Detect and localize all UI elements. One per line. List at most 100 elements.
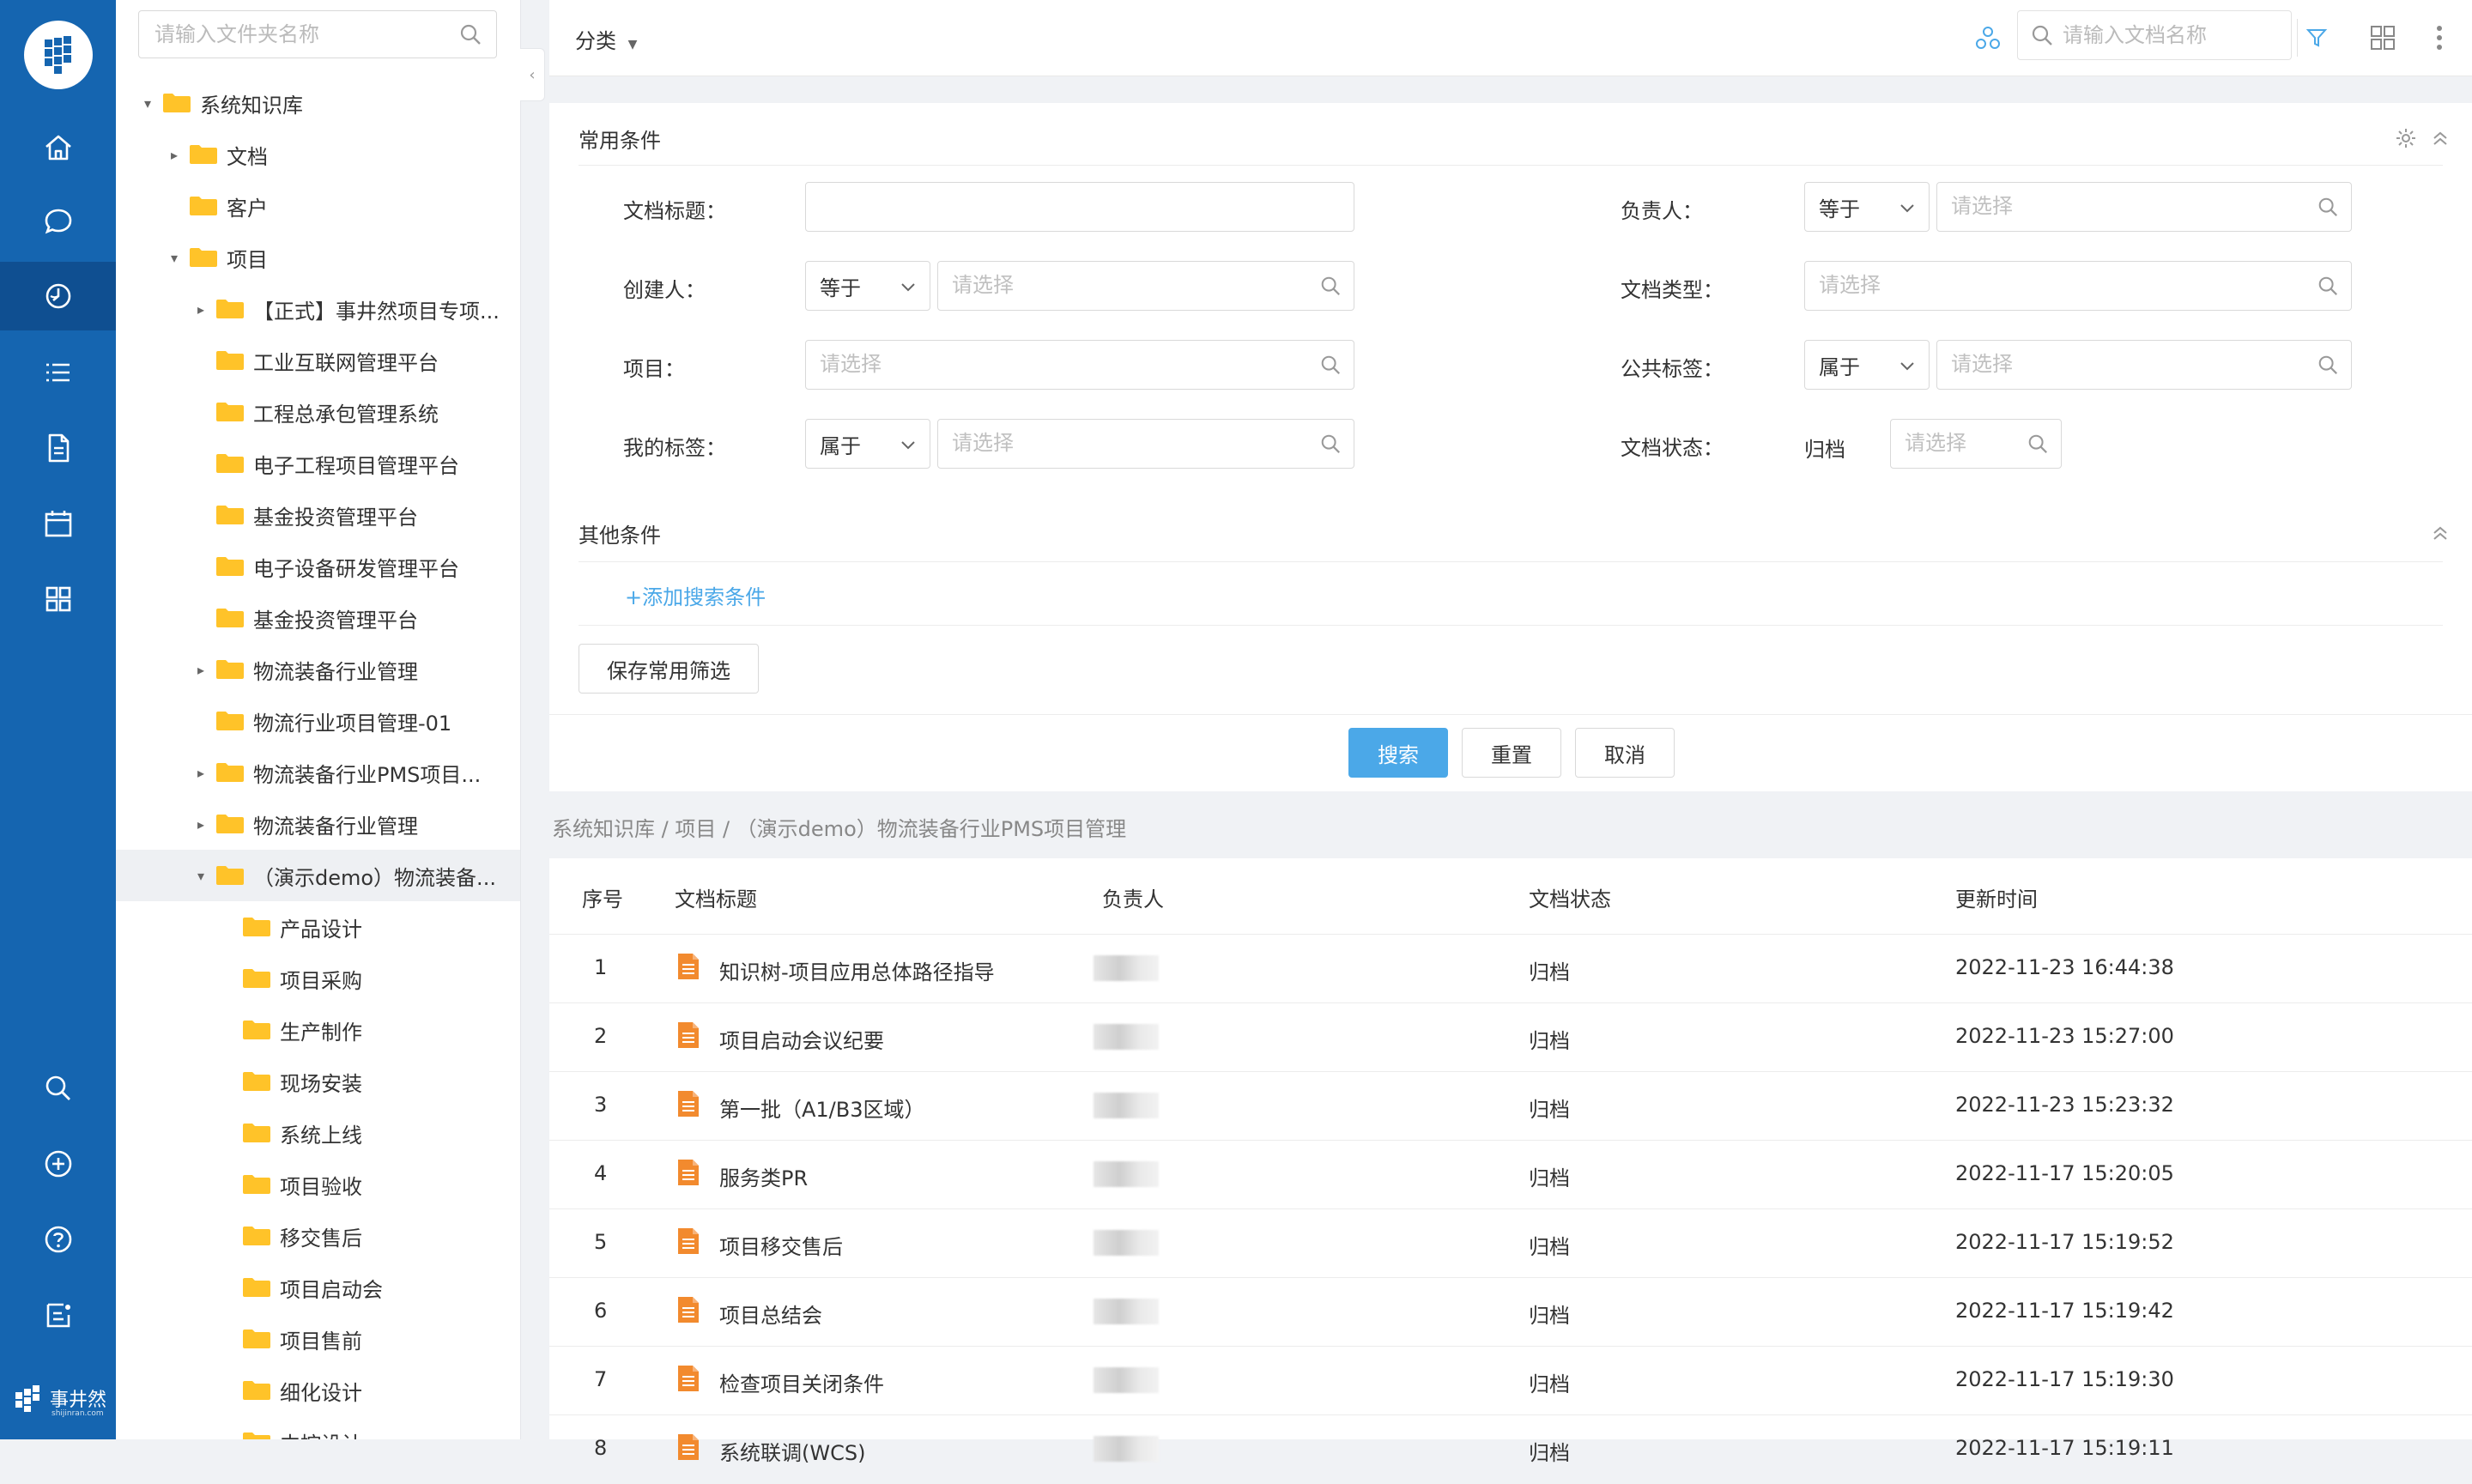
save-filter-button[interactable]: 保存常用筛选 [579,644,759,694]
tree-node[interactable]: 系统上线 [116,1107,520,1159]
tree-node[interactable]: ▾ （演示demo）物流装备... [116,850,520,901]
table-row[interactable]: 7 检查项目关闭条件 归档 2022-11-17 15:19:30 [549,1346,2472,1415]
category-dropdown[interactable]: 分类 ▼ [575,24,637,54]
rail-feedback[interactable] [0,1281,116,1349]
folder-search-input[interactable] [139,11,453,58]
row-title[interactable]: 服务类PR [719,1161,808,1191]
tree-node[interactable]: 客户 [116,180,520,232]
advanced-filter-button[interactable] [2297,19,2336,57]
search-button[interactable]: 搜索 [1348,728,1448,778]
doc-title-input[interactable] [806,183,1330,229]
doc-type-input[interactable] [1805,262,2327,308]
search-icon[interactable] [2027,433,2049,455]
tree-node[interactable]: 项目采购 [116,953,520,1004]
creator-input[interactable] [938,262,1330,308]
tree-node[interactable]: ▾ 系统知识库 [116,77,520,129]
reset-button[interactable]: 重置 [1462,728,1561,778]
search-icon[interactable] [1319,354,1342,376]
tree-node[interactable]: 物流行业项目管理-01 [116,695,520,747]
tree-node[interactable]: 产品设计 [116,901,520,953]
tree-node[interactable]: ▸ 【正式】事井然项目专项... [116,283,520,335]
col-owner-header[interactable]: 负责人 [1102,882,1164,912]
rail-list[interactable] [0,338,116,407]
search-icon[interactable] [2317,196,2339,218]
col-status-header[interactable]: 文档状态 [1529,882,1611,912]
doc-search-input[interactable] [2061,11,2279,59]
tree-node[interactable]: 细化设计 [116,1365,520,1416]
project-input[interactable] [806,341,1330,387]
caret-down-icon[interactable]: ▾ [167,250,182,266]
tree-node[interactable]: 电子工程项目管理平台 [116,438,520,489]
search-icon[interactable] [1319,275,1342,297]
more-menu-button[interactable] [2424,17,2455,58]
tree-node[interactable]: 电子设备研发管理平台 [116,541,520,592]
rail-calendar[interactable] [0,489,116,558]
tree-node[interactable]: 基金投资管理平台 [116,489,520,541]
tree-node[interactable]: 项目验收 [116,1159,520,1210]
row-title[interactable]: 项目移交售后 [719,1230,843,1260]
layout-switch-button[interactable] [2362,17,2403,58]
table-row[interactable]: 5 项目移交售后 归档 2022-11-17 15:19:52 [549,1208,2472,1278]
caret-right-icon[interactable]: ▸ [193,765,209,781]
rail-document[interactable] [0,414,116,482]
table-row[interactable]: 3 第一批（A1/B3区域） 归档 2022-11-23 15:23:32 [549,1071,2472,1141]
org-filter-button[interactable] [1971,21,2005,55]
cancel-button[interactable]: 取消 [1575,728,1675,778]
owner-operator-select[interactable]: 等于 [1804,182,1930,232]
tree-node[interactable]: 基金投资管理平台 [116,592,520,644]
row-title[interactable]: 检查项目关闭条件 [719,1367,884,1397]
caret-down-icon[interactable]: ▾ [140,95,155,112]
table-row[interactable]: 1 知识树-项目应用总体路径指导 归档 2022-11-23 16:44:38 [549,934,2472,1003]
caret-down-icon[interactable]: ▾ [193,868,209,884]
col-title-header[interactable]: 文档标题 [675,882,757,912]
row-title[interactable]: 项目总结会 [719,1299,822,1329]
row-title[interactable]: 系统联调(WCS) [719,1436,865,1466]
tree-node[interactable]: 项目售前 [116,1313,520,1365]
table-row[interactable]: 4 服务类PR 归档 2022-11-17 15:20:05 [549,1140,2472,1209]
my-tag-operator-select[interactable]: 属于 [805,419,930,469]
tree-node[interactable]: 移交售后 [116,1210,520,1262]
search-icon[interactable] [2317,354,2339,376]
tree-node[interactable]: ▸ 物流装备行业管理 [116,798,520,850]
table-row[interactable]: 2 项目启动会议纪要 归档 2022-11-23 15:27:00 [549,1002,2472,1072]
doc-status-input[interactable] [1891,420,2037,466]
rail-search[interactable] [0,1054,116,1123]
table-row[interactable]: 8 系统联调(WCS) 归档 2022-11-17 15:19:11 [549,1414,2472,1484]
collapse-tree-button[interactable]: ‹ [520,48,545,101]
collapse-common-button[interactable] [2427,125,2453,151]
rail-add[interactable] [0,1130,116,1198]
my-tag-input[interactable] [938,420,1330,466]
tree-node[interactable]: ▾ 项目 [116,232,520,283]
row-title[interactable]: 第一批（A1/B3区域） [719,1093,925,1123]
rail-knowledge[interactable] [0,262,116,330]
row-title[interactable]: 知识树-项目应用总体路径指导 [719,955,995,985]
search-icon[interactable] [1319,433,1342,455]
table-row[interactable]: 6 项目总结会 归档 2022-11-17 15:19:42 [549,1277,2472,1347]
tree-node[interactable]: ▸ 文档 [116,129,520,180]
add-condition-link[interactable]: +添加搜索条件 [625,580,766,610]
caret-right-icon[interactable]: ▸ [193,662,209,678]
row-title[interactable]: 项目启动会议纪要 [719,1024,884,1054]
caret-right-icon[interactable]: ▸ [167,147,182,163]
tree-node[interactable]: 现场安装 [116,1056,520,1107]
public-tag-input[interactable] [1937,341,2327,387]
tree-node[interactable]: 工程总承包管理系统 [116,386,520,438]
collapse-other-button[interactable] [2427,520,2453,546]
creator-operator-select[interactable]: 等于 [805,261,930,311]
search-icon[interactable] [2317,275,2339,297]
tree-node[interactable]: ▸ 物流装备行业管理 [116,644,520,695]
tree-node[interactable]: ▸ 物流装备行业PMS项目... [116,747,520,798]
rail-chat[interactable] [0,187,116,256]
tree-node[interactable]: 生产制作 [116,1004,520,1056]
rail-help[interactable] [0,1205,116,1274]
app-logo[interactable] [24,21,93,89]
search-icon[interactable] [458,22,482,46]
owner-input[interactable] [1937,183,2327,229]
col-updated-header[interactable]: 更新时间 [1955,882,2038,912]
rail-apps[interactable] [0,565,116,633]
filter-settings-button[interactable] [2393,125,2419,151]
breadcrumb[interactable]: 系统知识库 / 项目 / （演示demo）物流装备行业PMS项目管理 [552,812,1126,842]
tree-node[interactable]: 项目启动会 [116,1262,520,1313]
tree-node[interactable]: 工业互联网管理平台 [116,335,520,386]
caret-right-icon[interactable]: ▸ [193,301,209,318]
